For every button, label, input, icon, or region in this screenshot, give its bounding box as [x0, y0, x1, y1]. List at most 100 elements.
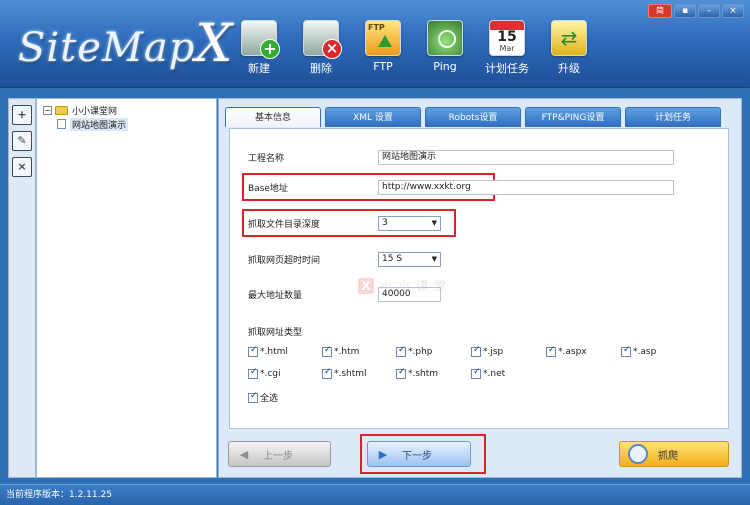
timeout-label: 抓取网页超时时间	[248, 255, 321, 266]
minimize-button[interactable]: –	[698, 4, 720, 18]
tab-basic-info[interactable]: 基本信息	[225, 107, 321, 127]
logo-text: SiteMap	[18, 25, 196, 71]
tree-child-label: 网站地图演示	[70, 117, 129, 131]
type-jsp-label: *.jsp	[483, 347, 504, 357]
select-all-checkbox[interactable]: 全选	[248, 391, 278, 404]
type-aspx-label: *.aspx	[558, 347, 587, 357]
checkbox-icon	[248, 345, 258, 357]
project-tree: − 小小课堂网 网站地图演示	[36, 98, 217, 478]
window-controls: 简 ▪ – ×	[648, 4, 744, 18]
upgrade-button[interactable]: 升级	[538, 20, 600, 76]
delete-icon	[303, 20, 342, 59]
ftp-label: FTP	[373, 60, 393, 73]
prev-label: 上一步	[263, 450, 293, 462]
settings-panel: 基本信息 XML 设置 Robots设置 FTP&PING设置 计划任务 工程名…	[218, 98, 742, 478]
tab-ftp-ping-settings[interactable]: FTP&PING设置	[525, 107, 621, 127]
type-aspx-checkbox[interactable]: *.aspx	[546, 345, 587, 357]
checkbox-icon	[322, 345, 332, 357]
type-jsp-checkbox[interactable]: *.jsp	[471, 345, 504, 357]
type-htm-label: *.htm	[334, 347, 360, 357]
project-name-input[interactable]: 网站地图演示	[378, 149, 674, 165]
language-button[interactable]: 简	[648, 4, 672, 18]
new-button[interactable]: 新建	[228, 20, 290, 76]
app-header: SiteMapX 新建 删除 FTP Ping 15 Mar 计划任务 升	[0, 0, 750, 88]
timeout-row: 抓取网页超时时间 15 S ▼	[248, 251, 441, 267]
type-php-label: *.php	[408, 347, 433, 357]
depth-select[interactable]: 3 ▼	[378, 215, 441, 231]
folder-icon	[55, 105, 68, 115]
type-shtm-checkbox[interactable]: *.shtm	[396, 367, 438, 379]
calendar-icon: 15 Mar	[489, 20, 525, 56]
tree-root-label: 小小课堂网	[72, 106, 118, 117]
calendar-day: 15	[497, 29, 517, 45]
checkbox-icon	[248, 367, 258, 379]
close-button[interactable]: ×	[722, 4, 744, 18]
chevron-down-icon: ▼	[431, 254, 437, 263]
upgrade-icon	[551, 20, 587, 56]
schedule-label: 计划任务	[485, 62, 529, 75]
type-net-checkbox[interactable]: *.net	[471, 367, 506, 379]
tree-child[interactable]: 网站地图演示	[43, 117, 210, 131]
base-url-row: Base地址 http://www.xxkt.org	[248, 179, 674, 195]
crawl-button[interactable]: 抓爬	[619, 441, 729, 467]
ping-label: Ping	[433, 60, 457, 73]
type-asp-label: *.asp	[633, 347, 657, 357]
checkbox-icon	[471, 345, 481, 357]
settings-tabs: 基本信息 XML 设置 Robots设置 FTP&PING设置 计划任务	[225, 107, 721, 127]
tab-schedule[interactable]: 计划任务	[625, 107, 721, 127]
checkbox-icon	[322, 367, 332, 379]
magnifier-icon	[628, 444, 648, 464]
project-name-label: 工程名称	[248, 153, 285, 164]
collapse-icon[interactable]: −	[43, 105, 52, 115]
checkbox-icon	[471, 367, 481, 379]
watermark-text: 小小课堂	[380, 279, 453, 293]
base-url-input[interactable]: http://www.xxkt.org	[378, 179, 674, 195]
version-text: 当前程序版本：1.2.11.25	[6, 490, 112, 500]
watermark: X 小小课堂	[358, 277, 452, 294]
chevron-down-icon: ▼	[431, 218, 437, 227]
arrow-right-icon: ▶	[378, 447, 388, 461]
tab-robots-settings[interactable]: Robots设置	[425, 107, 521, 127]
depth-label: 抓取文件目录深度	[248, 219, 321, 230]
type-shtml-label: *.shtml	[334, 369, 367, 379]
checkbox-icon	[621, 345, 631, 357]
project-name-row: 工程名称 网站地图演示	[248, 149, 674, 165]
type-shtml-checkbox[interactable]: *.shtml	[322, 367, 367, 379]
ping-button[interactable]: Ping	[414, 20, 476, 76]
type-net-label: *.net	[483, 369, 506, 379]
depth-value: 3	[382, 217, 388, 228]
type-php-checkbox[interactable]: *.php	[396, 345, 433, 357]
ftp-button[interactable]: FTP	[352, 20, 414, 76]
calendar-month: Mar	[499, 44, 515, 53]
new-label: 新建	[248, 62, 270, 75]
menu-button[interactable]: ▪	[674, 4, 696, 18]
status-bar: 当前程序版本：1.2.11.25	[0, 484, 750, 505]
edit-project-icon[interactable]: ✎	[12, 131, 32, 151]
new-icon	[241, 20, 280, 59]
page-icon	[57, 119, 66, 129]
type-asp-checkbox[interactable]: *.asp	[621, 345, 657, 357]
checkbox-icon	[248, 391, 258, 403]
schedule-button[interactable]: 15 Mar 计划任务	[476, 20, 538, 76]
tab-xml-settings[interactable]: XML 设置	[325, 107, 421, 127]
upgrade-label: 升级	[558, 62, 580, 75]
type-html-checkbox[interactable]: *.html	[248, 345, 288, 357]
url-types-label: 抓取网址类型	[248, 328, 303, 338]
app-logo: SiteMapX	[18, 14, 233, 74]
next-button[interactable]: ▶ 下一步	[367, 441, 471, 467]
type-cgi-checkbox[interactable]: *.cgi	[248, 367, 281, 379]
next-label: 下一步	[402, 450, 432, 462]
checkbox-icon	[396, 367, 406, 379]
type-html-label: *.html	[260, 347, 288, 357]
type-htm-checkbox[interactable]: *.htm	[322, 345, 360, 357]
depth-row: 抓取文件目录深度 3 ▼	[248, 215, 441, 231]
delete-button[interactable]: 删除	[290, 20, 352, 76]
timeout-select[interactable]: 15 S ▼	[378, 251, 441, 267]
new-project-icon[interactable]: +	[12, 105, 32, 125]
watermark-icon: X	[358, 277, 374, 294]
delete-project-icon[interactable]: ×	[12, 157, 32, 177]
tree-root[interactable]: − 小小课堂网	[43, 103, 210, 117]
ping-icon	[427, 20, 463, 56]
prev-button[interactable]: ◀ 上一步	[228, 441, 331, 467]
basic-info-panel: 工程名称 网站地图演示 Base地址 http://www.xxkt.org 抓…	[229, 128, 729, 429]
